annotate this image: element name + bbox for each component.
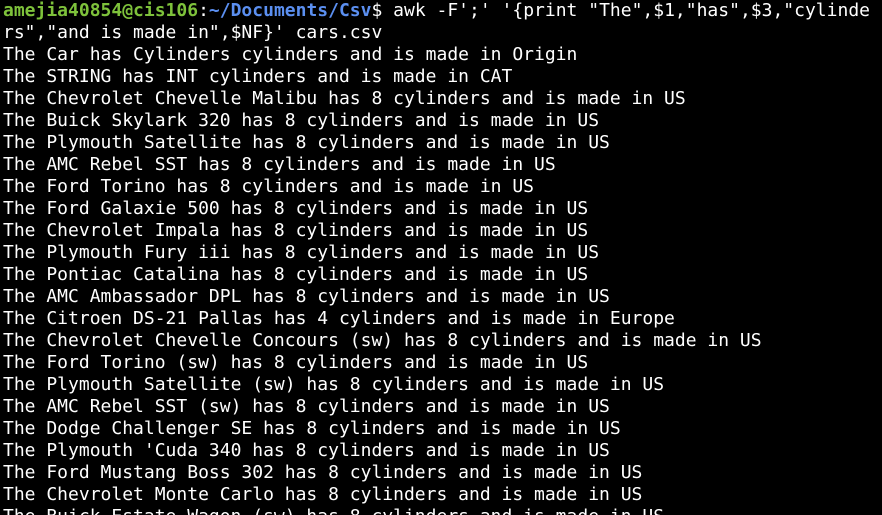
- command-continuation: rs","and is made in",$NF}' cars.csv: [3, 22, 383, 43]
- output-line: The Chevrolet Chevelle Concours (sw) has…: [3, 330, 762, 351]
- prompt-symbol: $: [371, 0, 383, 21]
- output-line: The Chevrolet Impala has 8 cylinders and…: [3, 220, 589, 241]
- output-line: The Chevrolet Monte Carlo has 8 cylinder…: [3, 484, 643, 505]
- output-line: The Buick Estate Wagon (sw) has 8 cylind…: [3, 506, 882, 515]
- output-line: The Plymouth 'Cuda 340 has 8 cylinders a…: [3, 440, 610, 461]
- output-line: The Citroen DS-21 Pallas has 4 cylinders…: [3, 308, 675, 329]
- output-line: The Ford Mustang Boss 302 has 8 cylinder…: [3, 462, 643, 483]
- terminal-window[interactable]: amejia40854@cis106:~/Documents/Csv$ awk …: [0, 0, 882, 515]
- command-output: The Car has Cylinders cylinders and is m…: [3, 44, 882, 515]
- output-line: The Ford Galaxie 500 has 8 cylinders and…: [3, 198, 589, 219]
- output-line: The Plymouth Satellite has 8 cylinders a…: [3, 132, 610, 153]
- output-line: The Plymouth Satellite (sw) has 8 cylind…: [3, 374, 665, 395]
- output-line: The Chevrolet Chevelle Malibu has 8 cyli…: [3, 88, 686, 109]
- command-line: amejia40854@cis106:~/Documents/Csv$ awk …: [3, 0, 882, 22]
- output-line: The AMC Ambassador DPL has 8 cylinders a…: [3, 286, 610, 307]
- output-line: The AMC Rebel SST (sw) has 8 cylinders a…: [3, 396, 610, 417]
- output-line: The Car has Cylinders cylinders and is m…: [3, 44, 578, 65]
- output-line: The Ford Torino (sw) has 8 cylinders and…: [3, 352, 589, 373]
- output-line: The Ford Torino has 8 cylinders and is m…: [3, 176, 535, 197]
- prompt-path: ~/Documents/Csv: [208, 0, 372, 21]
- output-line: The Dodge Challenger SE has 8 cylinders …: [3, 418, 621, 439]
- command-text: awk -F';' '{print "The",$1,"has",$3,"cyl…: [382, 0, 870, 21]
- output-line: The STRING has INT cylinders and is made…: [3, 66, 513, 87]
- output-line: The Pontiac Catalina has 8 cylinders and…: [3, 264, 589, 285]
- prompt-user-host: amejia40854@cis106: [3, 0, 199, 21]
- output-line: The Buick Skylark 320 has 8 cylinders an…: [3, 110, 600, 131]
- output-line: The AMC Rebel SST has 8 cylinders and is…: [3, 154, 556, 175]
- prompt-separator: :: [198, 0, 209, 21]
- output-line: The Plymouth Fury iii has 8 cylinders an…: [3, 242, 600, 263]
